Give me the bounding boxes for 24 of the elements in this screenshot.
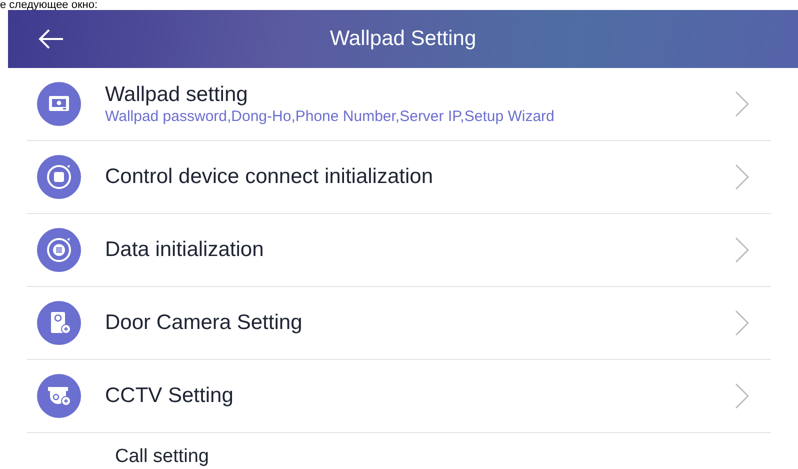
row-subtitle: Wallpad password,Dong-Ho,Phone Number,Server IP,Setup Wizard bbox=[105, 108, 556, 126]
chevron-right-icon bbox=[735, 164, 749, 190]
settings-row[interactable]: Door Camera Setting bbox=[27, 287, 771, 360]
row-title: CCTV Setting bbox=[105, 382, 234, 409]
chevron-right-icon bbox=[735, 310, 749, 336]
list-refresh-icon bbox=[37, 228, 81, 272]
chevron-right-icon bbox=[735, 237, 749, 263]
dome-camera-plus-icon bbox=[37, 374, 81, 418]
header-title: Wallpad Setting bbox=[330, 26, 476, 52]
row-title: Data initialization bbox=[105, 236, 265, 263]
settings-row[interactable]: Wallpad setting Wallpad password,Dong-Ho,Phone Number,Server IP,Setup Wizard bbox=[27, 68, 771, 141]
settings-row[interactable]: Data initialization bbox=[27, 214, 771, 287]
document-text: е следующее окно: bbox=[0, 0, 99, 10]
row-title: Door Camera Setting bbox=[105, 310, 304, 336]
back-arrow-icon bbox=[38, 29, 64, 49]
row-title: Wallpad setting bbox=[105, 82, 249, 108]
row-title: Control device connect initialization bbox=[105, 164, 434, 190]
settings-row[interactable]: Call setting bbox=[27, 433, 771, 469]
row-title: Call setting bbox=[115, 445, 210, 469]
door-camera-plus-icon bbox=[37, 301, 81, 345]
settings-row[interactable]: CCTV Setting bbox=[27, 360, 771, 433]
chevron-right-icon bbox=[735, 383, 749, 409]
settings-row[interactable]: Control device connect initialization bbox=[27, 141, 771, 214]
chevron-right-icon bbox=[735, 91, 749, 117]
